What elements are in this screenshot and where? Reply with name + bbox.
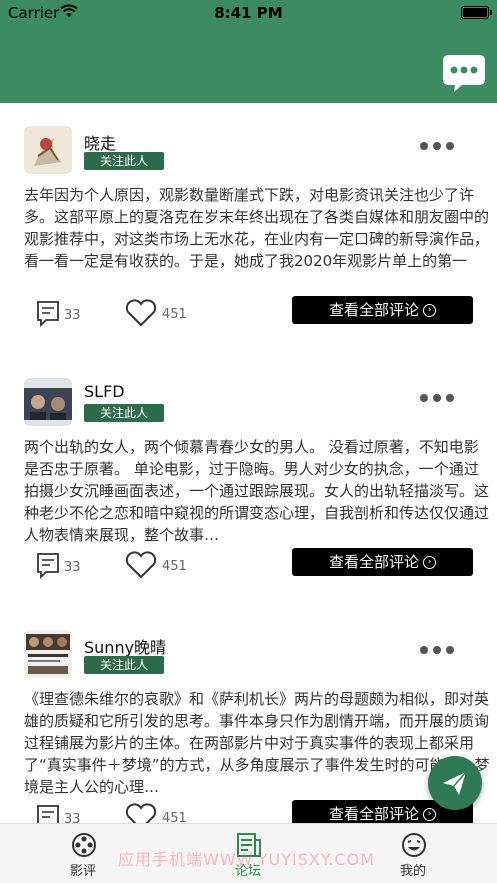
paper-plane-icon xyxy=(443,771,467,795)
comment-button[interactable]: 33 xyxy=(36,300,86,328)
battery-icon xyxy=(461,6,492,19)
comment-count: 33 xyxy=(64,560,81,575)
more-options-icon[interactable] xyxy=(420,643,454,657)
like-button[interactable]: 451 xyxy=(124,551,190,579)
clock-time: 8:41 PM xyxy=(214,4,283,22)
post-text[interactable]: 去年因为个人原因，观影数量断崖式下跌，对电影资讯关注也少了许多。这部平原上的夏洛… xyxy=(24,184,490,272)
view-all-label: 查看全部评论 xyxy=(328,553,419,571)
post-card: SLFD 关注此人 两个出轨的女人，两个倾慕青春少女的男人。 没看过原著，不知电… xyxy=(0,378,497,608)
status-bar: Carrier 8:41 PM xyxy=(0,0,497,26)
film-reel-icon xyxy=(72,833,96,857)
follow-button[interactable]: 关注此人 xyxy=(84,152,164,170)
arrow-circle-icon: › xyxy=(423,556,436,569)
follow-button[interactable]: 关注此人 xyxy=(84,656,164,674)
comment-count: 33 xyxy=(64,308,81,323)
tab-reviews[interactable]: 影评 xyxy=(43,830,123,880)
tab-label: 影评 xyxy=(69,864,96,879)
heart-icon xyxy=(125,551,157,579)
tab-label: 我的 xyxy=(399,864,426,879)
avatar[interactable] xyxy=(24,630,72,678)
post-text[interactable]: 《理查德朱维尔的哀歌》和《萨利机长》两片的母题颇为相似，即对英雄的质疑和它所引发… xyxy=(24,688,490,798)
comment-icon xyxy=(37,553,59,580)
post-card: Sunny晚晴 关注此人 《理查德朱维尔的哀歌》和《萨利机长》两片的母题颇为相似… xyxy=(0,630,497,832)
follow-button[interactable]: 关注此人 xyxy=(84,404,164,422)
more-options-icon[interactable] xyxy=(420,391,454,405)
like-count: 451 xyxy=(162,559,187,574)
comment-icon xyxy=(37,301,59,328)
view-all-comments-button[interactable]: 查看全部评论 › xyxy=(292,548,473,576)
avatar[interactable] xyxy=(24,126,72,174)
tab-profile[interactable]: 我的 xyxy=(373,830,453,880)
watermark: 应用手机端WWW.YUYISXY.COM xyxy=(118,850,375,869)
username[interactable]: SLFD xyxy=(84,382,125,401)
like-count: 451 xyxy=(162,307,187,322)
view-all-label: 查看全部评论 xyxy=(328,805,419,823)
arrow-circle-icon: › xyxy=(423,304,436,317)
app-header: Carrier 8:41 PM xyxy=(0,0,497,103)
send-post-button[interactable] xyxy=(428,756,482,810)
like-button[interactable]: 451 xyxy=(124,299,190,327)
comment-button[interactable]: 33 xyxy=(36,552,86,580)
view-all-label: 查看全部评论 xyxy=(328,301,419,319)
smiley-face-icon xyxy=(402,833,426,857)
post-card: 晓走 关注此人 去年因为个人原因，观影数量断崖式下跌，对电影资讯关注也少了许多。… xyxy=(0,126,497,356)
view-all-comments-button[interactable]: 查看全部评论 › xyxy=(292,296,473,324)
avatar[interactable] xyxy=(24,378,72,426)
post-text[interactable]: 两个出轨的女人，两个倾慕青春少女的男人。 没看过原著，不知电影是否忠于原著。 单… xyxy=(24,436,490,546)
heart-icon xyxy=(125,299,157,327)
chat-bubble-icon[interactable] xyxy=(442,53,486,93)
more-options-icon[interactable] xyxy=(420,139,454,153)
username[interactable]: 晓走 xyxy=(84,130,116,154)
username[interactable]: Sunny晚晴 xyxy=(84,634,166,658)
